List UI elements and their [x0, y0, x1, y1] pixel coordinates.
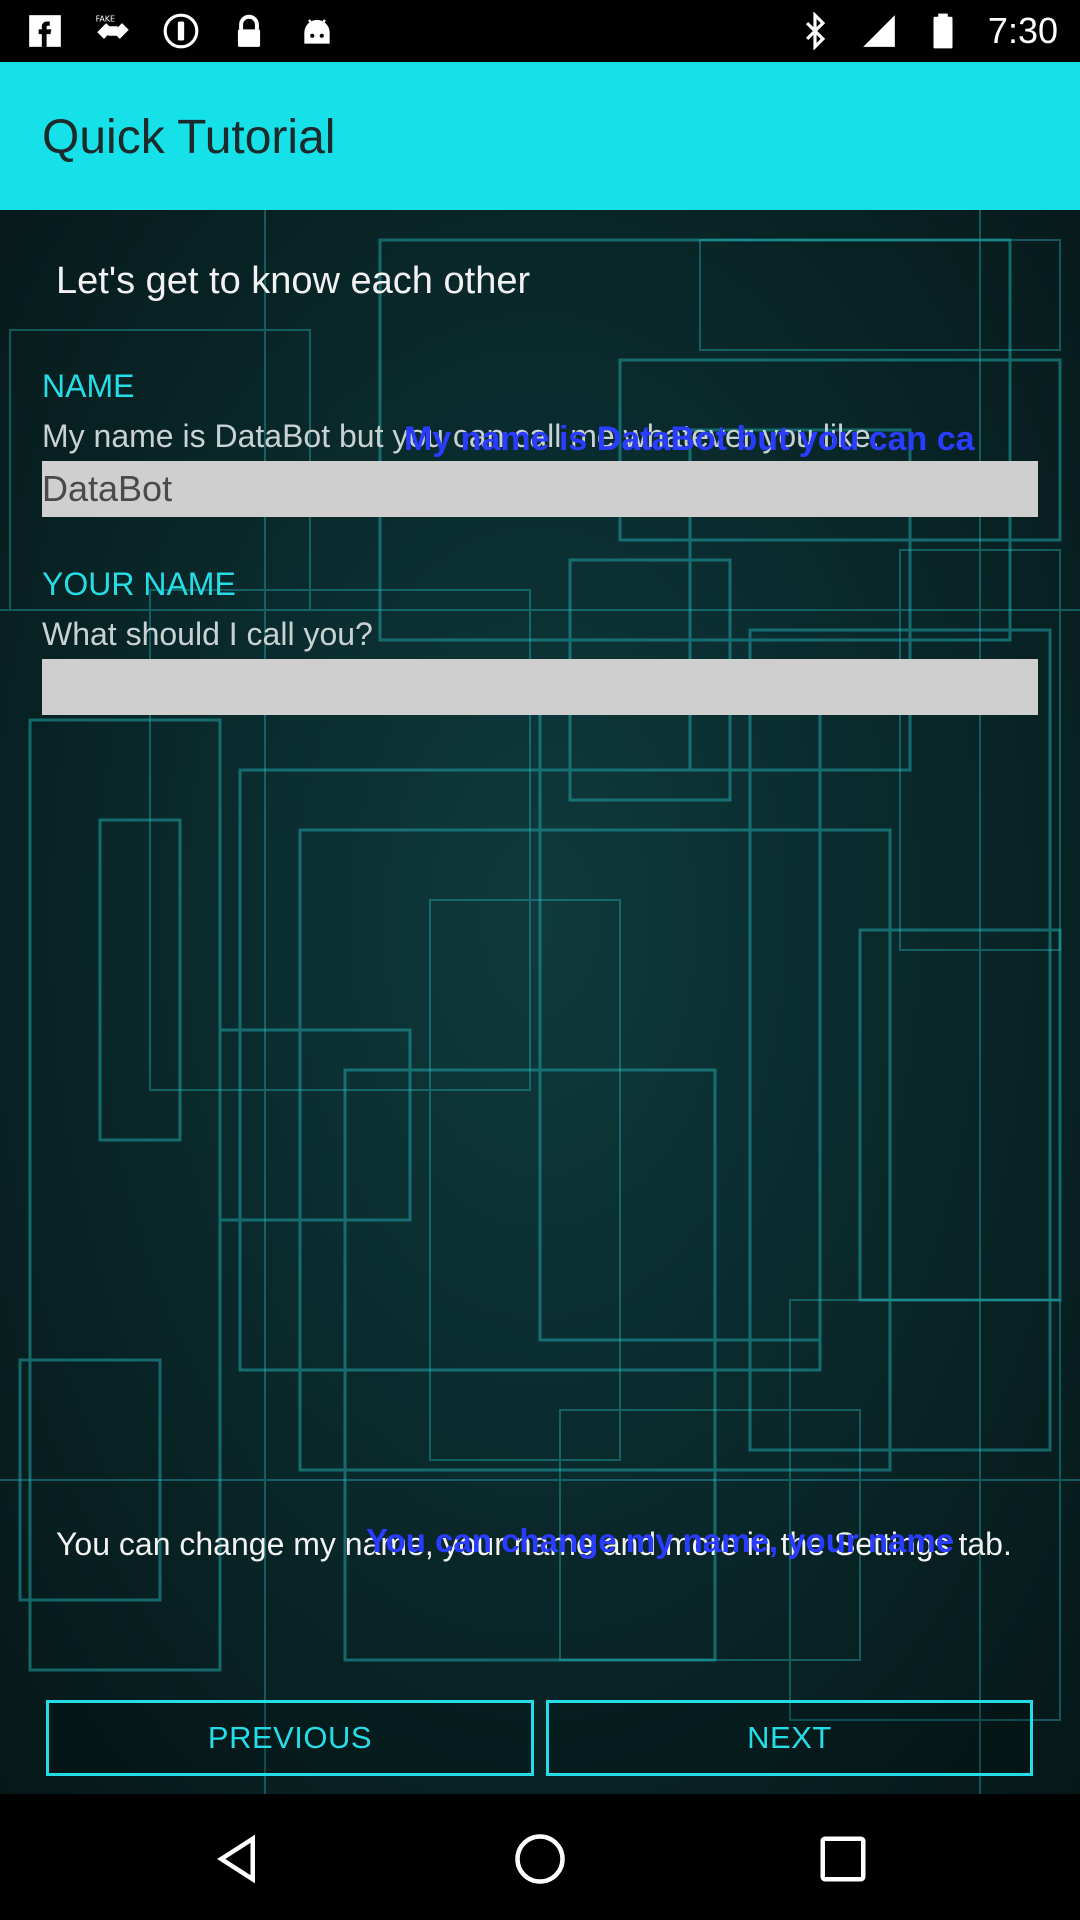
bluetooth-icon	[805, 12, 826, 50]
your-name-field[interactable]	[42, 659, 1038, 715]
app-bar: Quick Tutorial	[0, 62, 1080, 210]
intro-text: Let's get to know each other	[56, 260, 531, 302]
back-icon[interactable]	[210, 1832, 264, 1886]
fake-gps-icon: FAKE	[96, 15, 129, 39]
your-name-label: YOUR NAME	[42, 566, 236, 602]
circle-info-icon	[163, 13, 199, 49]
clock-time: 7:30	[987, 10, 1058, 51]
home-icon[interactable]	[513, 1832, 567, 1886]
bot-name-help-overlay: My name is DataBot but you can ca	[404, 420, 975, 458]
tutorial-content: Let's get to know each other NAME My nam…	[0, 210, 1080, 1794]
recents-icon[interactable]	[816, 1832, 870, 1886]
bot-name-label: NAME	[42, 368, 135, 404]
facebook-icon	[29, 15, 61, 47]
signal-icon	[863, 15, 895, 47]
bot-name-field[interactable]	[42, 461, 1038, 517]
battery-icon	[933, 13, 953, 49]
status-bar: FAKE 7:30	[0, 0, 1080, 62]
your-name-help: What should I call you?	[42, 616, 373, 652]
settings-note-overlay: You can change my name, your name	[366, 1522, 955, 1559]
previous-button[interactable]: PREVIOUS	[46, 1700, 534, 1776]
svg-text:FAKE: FAKE	[96, 15, 115, 24]
page-title: Quick Tutorial	[42, 111, 336, 164]
lock-icon	[237, 14, 261, 47]
android-icon	[304, 19, 330, 44]
navigation-bar	[0, 1794, 1080, 1920]
next-button[interactable]: NEXT	[546, 1700, 1033, 1776]
